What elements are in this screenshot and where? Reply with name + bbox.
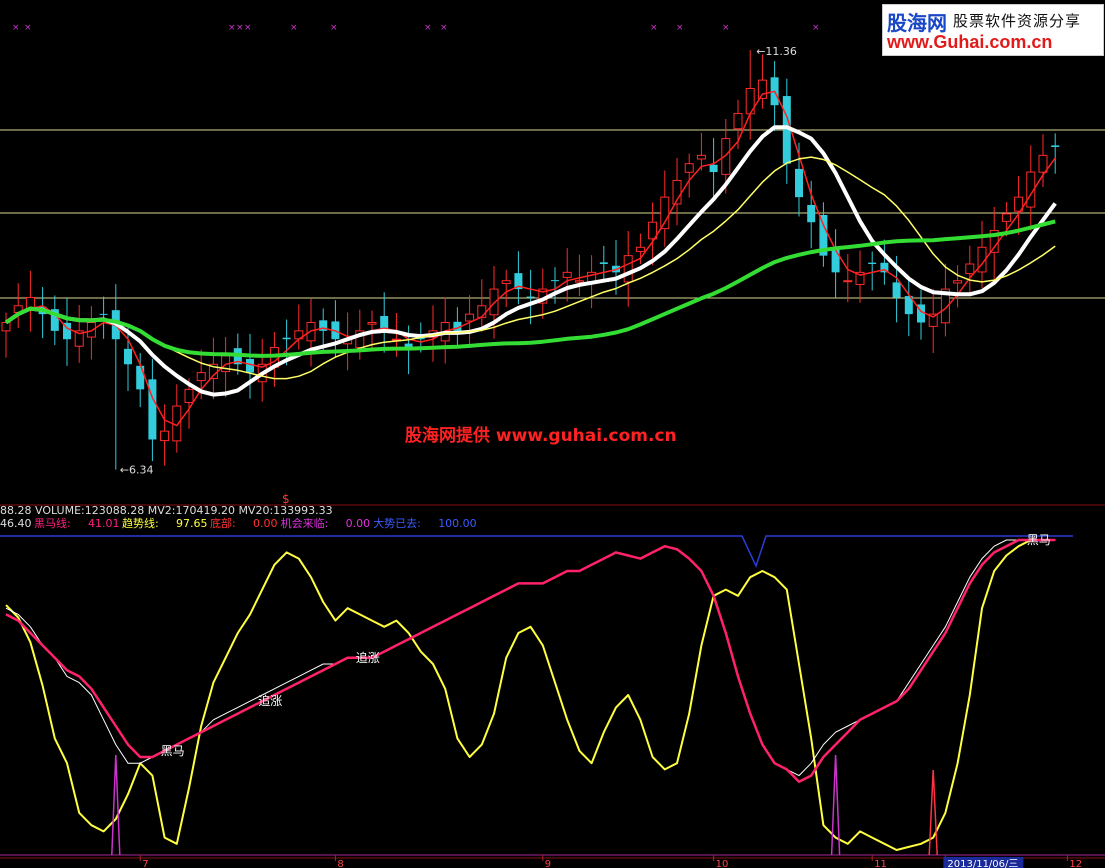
- signal-annotation: 黑马: [161, 744, 185, 758]
- high-price-label: ←11.36: [756, 45, 797, 58]
- indicator-panel: 88.28 VOLUME:123088.28 MV2:170419.20 MV2…: [0, 504, 1105, 868]
- candle-body: [246, 358, 254, 373]
- candle-body: [1038, 154, 1048, 173]
- candle-body: [367, 322, 377, 325]
- candle-body: [551, 280, 559, 282]
- header-item: 97.65: [176, 517, 208, 530]
- header-item: 趋势线:: [122, 516, 159, 530]
- x-tick-label: 7: [142, 859, 148, 868]
- top-marker: ×: [228, 23, 236, 33]
- candle-body: [1051, 145, 1060, 147]
- volume-header: 88.28 VOLUME:123088.28 MV2:170419.20 MV2…: [0, 504, 333, 517]
- candle-body: [136, 365, 145, 390]
- candle-body: [599, 262, 608, 264]
- candle-body: [953, 280, 963, 284]
- candle-body: [684, 163, 694, 173]
- candle-body: [172, 405, 182, 442]
- candle-body: [282, 337, 291, 340]
- top-marker: ×: [236, 23, 244, 33]
- candle-body: [709, 164, 718, 173]
- candle-body: [160, 430, 170, 442]
- candle-body: [489, 288, 499, 316]
- indicator-line-0: [5, 539, 1056, 851]
- candle-body: [757, 79, 767, 99]
- x-tick-label: 8: [337, 859, 343, 868]
- bottom-signal: [830, 754, 841, 856]
- candle-body: [526, 296, 535, 298]
- candle-body: [574, 280, 584, 283]
- candle-body: [465, 313, 475, 322]
- signal-annotation: 追涨: [258, 693, 282, 708]
- candle-body: [124, 348, 132, 365]
- candle-body: [795, 168, 803, 198]
- top-marker: ×: [722, 23, 730, 33]
- candle-body: [1, 322, 11, 332]
- header-item: 0.00: [253, 517, 278, 530]
- x-tick-label: 2013/11/06/三: [947, 859, 1018, 868]
- candle-body: [196, 372, 206, 382]
- candle-body: [477, 305, 487, 318]
- header-item: 黑马线:: [34, 516, 71, 530]
- top-marker: ×: [24, 23, 32, 33]
- logo-url: www.Guhai.com.cn: [887, 32, 1053, 52]
- x-tick-label: 11: [874, 859, 887, 868]
- ma-red-line: [5, 90, 1056, 427]
- candles: [1, 50, 1060, 470]
- watermark: 股海网提供 www.guhai.com.cn: [405, 425, 677, 446]
- site-logo: 股海网 股票软件资源分享 www.Guhai.com.cn: [882, 4, 1104, 56]
- top-marker: ×: [440, 23, 448, 33]
- x-tick-label: 10: [716, 859, 729, 868]
- header-item: 底部:: [210, 516, 236, 530]
- header-item: 100.00: [438, 517, 477, 530]
- price-panel: ←11.36←6.34$× × × × × × × × × × × × ×股海网提供 www.guhai…: [0, 23, 1105, 506]
- header-item: 41.01: [88, 517, 120, 530]
- signal-annotation: 追涨: [356, 650, 380, 665]
- header-item: 46.40: [0, 517, 32, 530]
- indicator-header: 46.40 黑马线: 41.01 趋势线: 97.65 底部: 0.00 机会来临: 0.00 大…: [0, 516, 477, 530]
- trend-gone-line: [0, 535, 1073, 569]
- signal-annotation: 黑马: [1027, 533, 1051, 547]
- candle-body: [868, 262, 877, 264]
- candle-body: [660, 196, 670, 230]
- top-marker: ×: [650, 23, 658, 33]
- candle-body: [501, 280, 511, 285]
- bottom-signal: [928, 769, 938, 856]
- x-tick-label: 12: [1069, 859, 1082, 868]
- candle-body: [843, 280, 853, 283]
- candle-body: [892, 282, 901, 298]
- top-marker: ×: [244, 23, 252, 33]
- header-item: 0.00: [346, 517, 371, 530]
- low-price-label: ←6.34: [120, 464, 154, 477]
- top-marker: ×: [812, 23, 820, 33]
- candle-body: [965, 263, 975, 275]
- indicator-line-1: [5, 539, 1056, 777]
- stock-chart: ←11.36←6.34$× × × × × × × × × × × × ×股海网提供 www.guhai…: [0, 23, 1105, 868]
- candle-body: [807, 204, 816, 223]
- candle-body: [1001, 213, 1011, 222]
- ma-white-line: [4, 125, 1057, 397]
- top-marker: ×: [12, 23, 20, 33]
- candle-body: [99, 313, 108, 315]
- candle-body: [184, 388, 194, 403]
- top-marker: ×: [676, 23, 684, 33]
- candle-body: [696, 154, 706, 160]
- top-marker: ×: [290, 23, 298, 33]
- top-marker: ×: [330, 23, 338, 33]
- top-marker: ×: [424, 23, 432, 33]
- header-item: 机会来临:: [281, 516, 329, 530]
- logo-text-sub: 股票软件资源分享: [953, 12, 1082, 30]
- candle-body: [562, 271, 572, 278]
- bottom-signal: [111, 754, 121, 856]
- candle-body: [831, 249, 840, 273]
- candle-body: [623, 255, 633, 283]
- header-item: 大势已去:: [373, 516, 421, 530]
- candle-body: [733, 113, 743, 130]
- candle-body: [635, 246, 645, 252]
- x-tick-label: 9: [545, 859, 551, 868]
